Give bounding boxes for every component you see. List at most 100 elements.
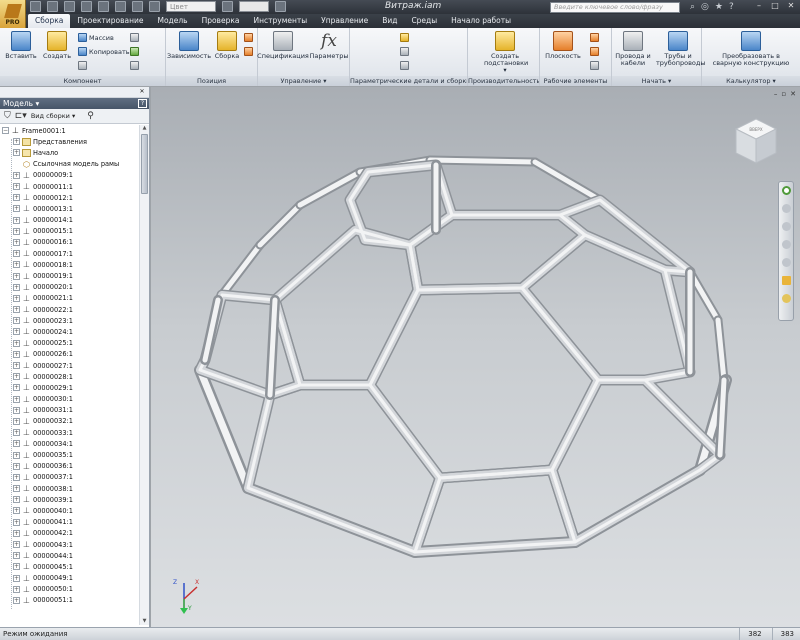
tree-item-part[interactable]: + ⊥ 00000012:1 bbox=[0, 192, 140, 203]
move-button[interactable] bbox=[244, 33, 253, 42]
close-icon[interactable]: ✕ bbox=[784, 1, 798, 12]
expand-icon[interactable]: + bbox=[13, 462, 20, 470]
param-part-button-1[interactable] bbox=[400, 33, 409, 42]
favorites-icon[interactable]: ★ bbox=[715, 2, 723, 12]
tree-item-origin[interactable]: + Начало bbox=[0, 147, 140, 158]
hex-face-lower-left-body[interactable] bbox=[244, 381, 444, 556]
expand-icon[interactable]: + bbox=[13, 596, 20, 604]
zoom-icon[interactable] bbox=[782, 222, 791, 231]
expand-icon[interactable]: + bbox=[13, 485, 20, 493]
frame-dome-model[interactable] bbox=[151, 87, 800, 627]
tree-item-part[interactable]: + ⊥ 00000028:1 bbox=[0, 371, 140, 382]
expand-icon[interactable]: + bbox=[13, 585, 20, 593]
tree-item-part[interactable]: + ⊥ 00000015:1 bbox=[0, 226, 140, 237]
home-icon[interactable] bbox=[115, 1, 126, 12]
pattern-button[interactable]: Массив bbox=[78, 33, 114, 42]
expand-icon[interactable]: + bbox=[13, 294, 20, 302]
tree-item-part[interactable]: + ⊥ 00000036:1 bbox=[0, 461, 140, 472]
copy-button[interactable]: Копировать bbox=[78, 47, 130, 56]
tubes-button[interactable]: Трубы и трубопроводы bbox=[656, 31, 706, 67]
tree-item-part[interactable]: + ⊥ 00000025:1 bbox=[0, 338, 140, 349]
tree-item-part[interactable]: + ⊥ 00000031:1 bbox=[0, 405, 140, 416]
tree-item-part[interactable]: + ⊥ 00000037:1 bbox=[0, 472, 140, 483]
minimize-icon[interactable]: – bbox=[752, 1, 766, 12]
expand-icon[interactable]: + bbox=[13, 563, 20, 571]
expand-icon[interactable]: + bbox=[13, 417, 20, 425]
browser-close-icon[interactable]: ✕ bbox=[138, 88, 146, 96]
tree-item-part[interactable]: + ⊥ 00000021:1 bbox=[0, 293, 140, 304]
expand-icon[interactable]: + bbox=[13, 384, 20, 392]
expand-icon[interactable]: + bbox=[13, 473, 20, 481]
expand-icon[interactable]: + bbox=[13, 283, 20, 291]
expand-icon[interactable]: + bbox=[13, 149, 20, 157]
tree-item-part[interactable]: + ⊥ 00000032:1 bbox=[0, 416, 140, 427]
hierarchy-icon[interactable]: ⊏▾ bbox=[15, 111, 27, 121]
expand-icon[interactable]: + bbox=[13, 507, 20, 515]
param-part-button-3[interactable] bbox=[400, 61, 409, 70]
bom-button[interactable]: Спецификация bbox=[257, 31, 309, 60]
tree-item-part[interactable]: + ⊥ 00000020:1 bbox=[0, 282, 140, 293]
grip-button[interactable] bbox=[130, 61, 139, 70]
expand-icon[interactable]: + bbox=[13, 328, 20, 336]
rotate-button[interactable] bbox=[244, 47, 253, 56]
parameters-button[interactable]: fx Параметры bbox=[310, 31, 349, 60]
axis-button[interactable] bbox=[590, 33, 599, 42]
tree-item-part[interactable]: + ⊥ 00000022:1 bbox=[0, 304, 140, 315]
select-icon[interactable] bbox=[149, 1, 160, 12]
frame-beam-back-highlight[interactable] bbox=[532, 159, 603, 203]
tree-item-part[interactable]: + ⊥ 00000011:1 bbox=[0, 181, 140, 192]
tree-item-part[interactable]: + ⊥ 00000014:1 bbox=[0, 215, 140, 226]
tree-item-part[interactable]: + ⊥ 00000049:1 bbox=[0, 573, 140, 584]
expand-icon[interactable]: + bbox=[13, 227, 20, 235]
zoom-window-icon[interactable] bbox=[782, 294, 791, 303]
help-icon[interactable]: ? bbox=[138, 99, 147, 108]
tree-item-part[interactable]: + ⊥ 00000030:1 bbox=[0, 394, 140, 405]
maximize-icon[interactable]: □ bbox=[768, 1, 782, 12]
qat-customize-icon[interactable] bbox=[275, 1, 286, 12]
binoculars-icon[interactable]: ⚲ bbox=[87, 111, 94, 121]
expand-icon[interactable]: + bbox=[13, 238, 20, 246]
expand-icon[interactable]: + bbox=[13, 395, 20, 403]
expand-icon[interactable]: + bbox=[13, 183, 20, 191]
replace-button[interactable] bbox=[130, 47, 139, 56]
expand-icon[interactable]: + bbox=[13, 171, 20, 179]
tree-item-part[interactable]: + ⊥ 00000038:1 bbox=[0, 483, 140, 494]
point-button[interactable] bbox=[590, 47, 599, 56]
plane-button[interactable]: Плоскость bbox=[544, 31, 582, 60]
new-file-icon[interactable] bbox=[30, 1, 41, 12]
expand-icon[interactable]: + bbox=[13, 406, 20, 414]
tree-item-part[interactable]: + ⊥ 00000024:1 bbox=[0, 326, 140, 337]
hex-face-lower-right-body[interactable] bbox=[548, 376, 724, 546]
help-search-input[interactable]: Введите ключевое слово/фразу bbox=[550, 2, 680, 13]
scroll-up-icon[interactable]: ▲ bbox=[141, 125, 148, 132]
filter-icon[interactable]: ⛉ bbox=[4, 111, 11, 121]
param-part-button-2[interactable] bbox=[400, 47, 409, 56]
expand-icon[interactable]: + bbox=[13, 574, 20, 582]
expand-icon[interactable]: + bbox=[13, 350, 20, 358]
tab-assemble[interactable]: Сборка bbox=[28, 14, 71, 28]
update-icon[interactable] bbox=[132, 1, 143, 12]
tree-item-part[interactable]: + ⊥ 00000050:1 bbox=[0, 584, 140, 595]
expand-icon[interactable]: + bbox=[13, 518, 20, 526]
graphics-viewport[interactable]: – ▫ ✕ ВВЕРХ Z X Y bbox=[151, 87, 800, 627]
ucs-button[interactable] bbox=[590, 61, 599, 70]
tree-root[interactable]: − ⊥ Frame0001:1 bbox=[0, 125, 140, 136]
expand-icon[interactable]: + bbox=[13, 552, 20, 560]
constrain-button[interactable]: Зависимость bbox=[167, 31, 211, 60]
shrinkwrap-button[interactable] bbox=[130, 33, 139, 42]
expand-icon[interactable]: + bbox=[13, 451, 20, 459]
assemble-button[interactable]: Сборка bbox=[208, 31, 246, 60]
tree-item-part[interactable]: + ⊥ 00000035:1 bbox=[0, 449, 140, 460]
help-icon[interactable]: ? bbox=[729, 2, 734, 12]
tab-inspect[interactable]: Проверка bbox=[195, 14, 247, 28]
expand-icon[interactable]: + bbox=[13, 272, 20, 280]
expand-icon[interactable]: + bbox=[13, 205, 20, 213]
expand-icon[interactable]: + bbox=[13, 138, 20, 146]
tree-item-part[interactable]: + ⊥ 00000044:1 bbox=[0, 550, 140, 561]
tree-item-part[interactable]: + ⊥ 00000009:1 bbox=[0, 170, 140, 181]
browser-scrollbar[interactable]: ▲ ▼ bbox=[139, 125, 149, 625]
color-override-select[interactable]: Цвет bbox=[166, 1, 216, 12]
frame-beam-back-highlight[interactable] bbox=[257, 202, 303, 248]
browser-header[interactable]: Модель ▾ ? bbox=[0, 98, 149, 109]
tree-item-part[interactable]: + ⊥ 00000039:1 bbox=[0, 494, 140, 505]
